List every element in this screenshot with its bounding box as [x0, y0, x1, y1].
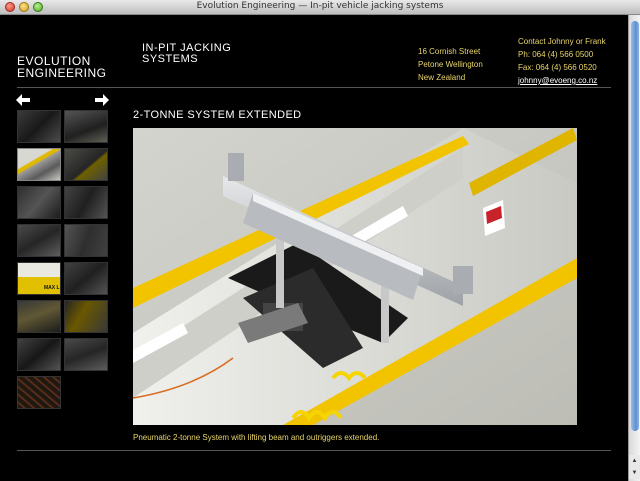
contact-block: Contact Johnny or Frank Ph: 064 (4) 566 …: [518, 35, 606, 87]
page-heading: IN-PIT JACKING SYSTEMS: [142, 43, 231, 65]
right-arrow-icon: [95, 94, 109, 106]
thumbnail-15[interactable]: [17, 376, 61, 409]
thumbnail-12[interactable]: [64, 300, 108, 333]
thumbnail-8[interactable]: [64, 224, 108, 257]
thumbnail-2[interactable]: [64, 110, 108, 143]
header-divider: [17, 87, 611, 88]
thumbnail-4[interactable]: [64, 148, 108, 181]
site-logo[interactable]: EVOLUTION ENGINEERING: [17, 55, 107, 79]
left-arrow-icon: [16, 94, 30, 106]
address-line-3: New Zealand: [418, 73, 466, 82]
address-line-2: Petone Wellington: [418, 60, 483, 69]
jacking-system-photo: [133, 128, 577, 425]
address-block: 16 Cornish Street Petone Wellington New …: [418, 45, 483, 84]
heading-line-2: SYSTEMS: [142, 53, 199, 65]
footer-divider: [17, 450, 611, 451]
thumbnail-6[interactable]: [64, 186, 108, 219]
thumbnail-13[interactable]: [17, 338, 61, 371]
thumbnail-5[interactable]: [17, 186, 61, 219]
contact-email-link[interactable]: johnny@evoeng.co.nz: [518, 74, 606, 87]
vertical-scrollbar[interactable]: ▲ ▼: [628, 15, 640, 481]
address-line-1: 16 Cornish Street: [418, 47, 481, 56]
page: EVOLUTION ENGINEERING IN-PIT JACKING SYS…: [0, 15, 628, 481]
logo-line-2: ENGINEERING: [17, 66, 107, 80]
previous-image-button[interactable]: [16, 94, 30, 109]
window-title-bar: Evolution Engineering — In-pit vehicle j…: [0, 0, 640, 15]
scroll-down-arrow-icon[interactable]: ▼: [629, 467, 640, 479]
thumbnail-9[interactable]: MAX L: [17, 262, 61, 295]
contact-phone: Ph: 064 (4) 566 0500: [518, 50, 594, 59]
main-photo: [133, 128, 577, 425]
image-caption: Pneumatic 2-tonne System with lifting be…: [133, 433, 380, 442]
thumbnail-14[interactable]: [64, 338, 108, 371]
thumbnail-7[interactable]: [17, 224, 61, 257]
thumbnail-10[interactable]: [64, 262, 108, 295]
thumbnail-3[interactable]: [17, 148, 61, 181]
next-image-button[interactable]: [95, 94, 109, 109]
scrollbar-thumb[interactable]: [631, 21, 639, 431]
thumbnail-11[interactable]: [17, 300, 61, 333]
window-title: Evolution Engineering — In-pit vehicle j…: [196, 1, 444, 11]
thumbnail-label: MAX L: [44, 285, 60, 291]
thumbnail-1[interactable]: [17, 110, 61, 143]
contact-fax: Fax: 064 (4) 566 0520: [518, 63, 597, 72]
contact-names: Contact Johnny or Frank: [518, 37, 606, 46]
scroll-up-arrow-icon[interactable]: ▲: [629, 455, 640, 467]
image-title: 2-TONNE SYSTEM EXTENDED: [133, 109, 302, 121]
